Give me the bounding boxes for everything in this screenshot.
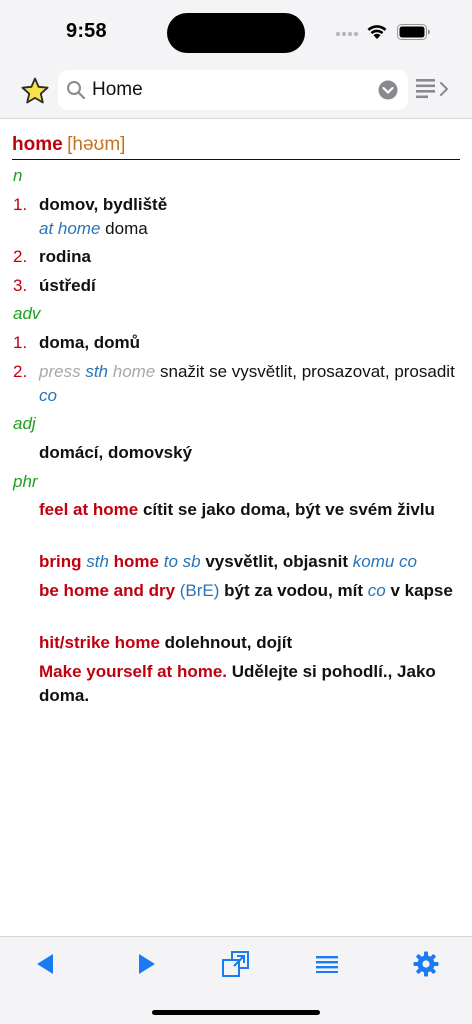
phrase-item: hit/strike home dolehnout, dojít <box>39 631 459 655</box>
sense-number: 1. <box>13 195 28 214</box>
phrase-item: feel at home cítit se jako doma, být ve … <box>39 498 459 522</box>
switch-direction-button[interactable] <box>218 949 254 979</box>
home-indicator <box>152 1010 320 1015</box>
status-bar: 9:58 <box>0 0 472 62</box>
battery-icon <box>397 24 430 40</box>
sense-number: 3. <box>13 276 28 295</box>
abbreviation: co <box>39 386 57 405</box>
dropdown-circle-icon[interactable] <box>378 80 398 100</box>
sense-text: domov, bydliště <box>39 195 168 214</box>
dictionary-entry: home [həʊm] n 1. domov, bydliště at home… <box>0 120 472 935</box>
usage-word: home <box>112 362 156 381</box>
region-label: (BrE) <box>179 581 220 600</box>
phrase[interactable]: bring <box>39 552 82 571</box>
sense-number: 1. <box>13 333 28 352</box>
phrase-translation: dolehnout, dojít <box>164 633 293 652</box>
favorites-button[interactable] <box>20 76 50 106</box>
phrase-item: be home and dry (BrE) být za vodou, mít … <box>39 579 459 603</box>
usage-note: komu co <box>352 552 417 571</box>
list-icon <box>316 956 338 973</box>
example-translation: doma <box>105 219 148 238</box>
pronunciation: [həʊm] <box>67 134 126 155</box>
settings-button[interactable] <box>408 949 444 979</box>
bottom-toolbar <box>0 936 472 1024</box>
back-button[interactable] <box>27 949 63 979</box>
phrase-translation: být za vodou, mít <box>224 581 364 600</box>
pos-label-adjective: adj <box>13 414 36 433</box>
word-list-icon[interactable] <box>415 78 451 100</box>
sense-number: 2. <box>13 247 28 266</box>
sense-text: domácí, domovský <box>39 443 193 462</box>
phrase[interactable]: hit/strike home <box>39 633 160 652</box>
sense-text: snažit se vysvětlit, prosazovat, prosadi… <box>160 362 455 381</box>
star-icon <box>21 77 49 104</box>
sense-definition: domácí, domovský <box>39 441 459 465</box>
search-header <box>0 62 472 119</box>
phrase-item: bring sth home to sb vysvětlit, objasnit… <box>39 550 459 574</box>
usage-placeholder: sth <box>86 552 109 571</box>
sense-text: ústředí <box>39 276 96 295</box>
sense-definition: doma, domů <box>39 331 459 355</box>
sense-definition: press sth home snažit se vysvětlit, pros… <box>39 360 459 408</box>
gear-icon <box>413 951 439 977</box>
phrase-translation: v kapse <box>390 581 453 600</box>
status-time: 9:58 <box>66 20 107 42</box>
sense-text: doma, domů <box>39 333 141 352</box>
pos-label-adverb: adv <box>13 304 41 323</box>
abbreviation: co <box>367 581 386 600</box>
entry-header: home [həʊm] <box>12 134 460 160</box>
phrase[interactable]: feel at home <box>39 500 138 519</box>
phrase-translation: vysvětlit, objasnit <box>205 552 348 571</box>
search-field[interactable] <box>58 70 408 110</box>
pos-label-phrases: phr <box>13 472 38 491</box>
headword: home <box>12 134 63 155</box>
sense-definition: rodina <box>39 245 459 269</box>
phrase[interactable]: Make yourself at home. <box>39 662 227 681</box>
triangle-right-icon <box>139 954 155 974</box>
usage-word: press <box>39 362 81 381</box>
menu-button[interactable] <box>309 949 345 979</box>
search-icon <box>67 81 86 100</box>
forward-button[interactable] <box>129 949 165 979</box>
pos-label-noun: n <box>13 166 23 185</box>
search-input[interactable] <box>92 78 372 102</box>
phrase-item: Make yourself at home. Udělejte si pohod… <box>39 660 459 708</box>
usage-placeholder: to sb <box>163 552 201 571</box>
usage-placeholder: sth <box>85 362 108 381</box>
example-phrase[interactable]: at home <box>39 219 100 238</box>
swap-windows-icon <box>222 951 249 977</box>
sense-text: rodina <box>39 247 91 266</box>
sense-number: 2. <box>13 362 28 381</box>
sense-definition: domov, bydliště at home doma <box>39 193 459 241</box>
wifi-icon <box>367 25 387 39</box>
phrase[interactable]: be home and dry <box>39 581 175 600</box>
signal-dots-icon <box>335 31 359 37</box>
sense-definition: ústředí <box>39 274 459 298</box>
triangle-left-icon <box>37 954 53 974</box>
phrase[interactable]: home <box>114 552 159 571</box>
phrase-translation: cítit se jako doma, být ve svém živlu <box>142 500 435 519</box>
dynamic-island <box>167 13 305 53</box>
